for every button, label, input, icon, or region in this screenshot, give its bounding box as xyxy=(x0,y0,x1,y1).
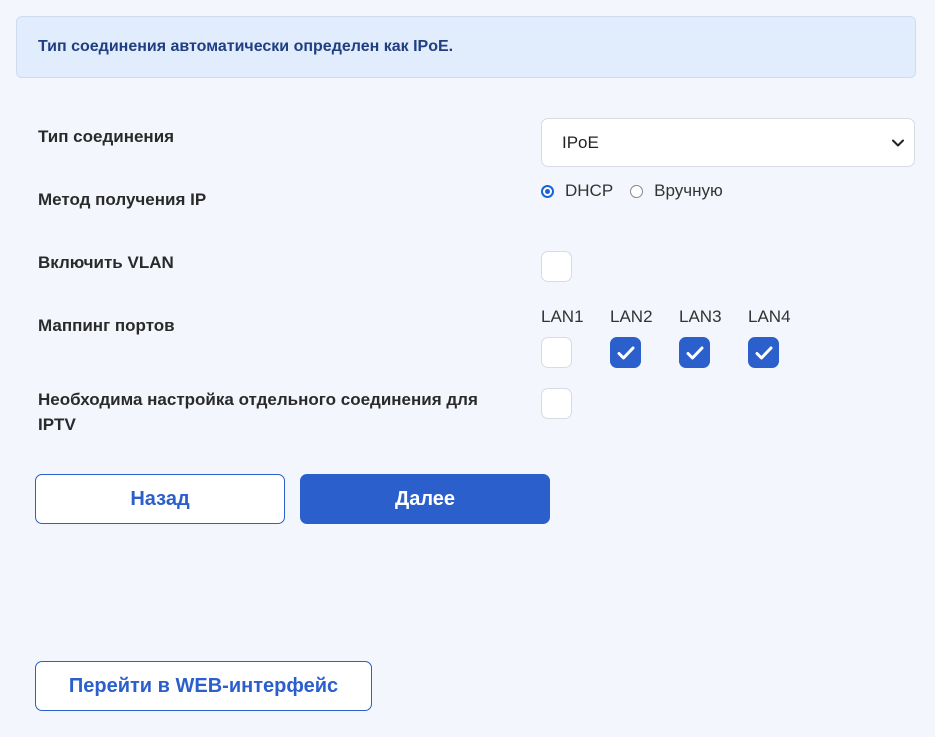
iptv-label-line2: IPTV xyxy=(38,415,76,434)
lan4-checkbox[interactable] xyxy=(748,337,779,368)
lan1-label: LAN1 xyxy=(541,307,584,326)
lan2-checkbox[interactable] xyxy=(610,337,641,368)
info-banner: Тип соединения автоматически определен к… xyxy=(16,16,916,78)
connection-type-value: IPoE xyxy=(562,132,599,152)
web-interface-button[interactable]: Перейти в WEB-интерфейс xyxy=(35,661,372,711)
lan3-label: LAN3 xyxy=(679,307,722,326)
iptv-label-line1: Необходима настройка отдельного соединен… xyxy=(38,390,478,409)
lan4-label: LAN4 xyxy=(748,307,791,326)
checkmark-icon xyxy=(686,346,703,359)
ip-method-radio-group: DHCP Вручную xyxy=(541,181,740,201)
lan3-checkbox[interactable] xyxy=(679,337,710,368)
vlan-label: Включить VLAN xyxy=(38,253,174,272)
vlan-checkbox[interactable] xyxy=(541,251,572,282)
port-mapping-label: Маппинг портов xyxy=(38,316,175,335)
iptv-checkbox[interactable] xyxy=(541,388,572,419)
connection-type-label: Тип соединения xyxy=(38,127,175,146)
chevron-down-icon xyxy=(892,139,904,147)
checkmark-icon xyxy=(755,346,772,359)
next-button[interactable]: Далее xyxy=(300,474,550,524)
checkmark-icon xyxy=(617,346,634,359)
connection-type-select[interactable]: IPoE xyxy=(541,118,915,167)
radio-manual-label: Вручную xyxy=(654,181,723,200)
radio-option-manual[interactable]: Вручную xyxy=(630,181,723,201)
back-button[interactable]: Назад xyxy=(35,474,285,524)
ip-method-label: Метод получения IP xyxy=(38,190,207,209)
radio-option-dhcp[interactable]: DHCP xyxy=(541,181,613,201)
lan2-label: LAN2 xyxy=(610,307,653,326)
radio-manual[interactable] xyxy=(630,184,644,198)
info-banner-text: Тип соединения автоматически определен к… xyxy=(38,38,454,55)
lan1-checkbox[interactable] xyxy=(541,337,572,368)
iptv-label: Необходима настройка отдельного соединен… xyxy=(38,387,478,437)
radio-dhcp-label: DHCP xyxy=(565,181,614,200)
setup-wizard-page: Тип соединения автоматически определен к… xyxy=(0,0,935,737)
radio-dhcp[interactable] xyxy=(541,184,554,198)
